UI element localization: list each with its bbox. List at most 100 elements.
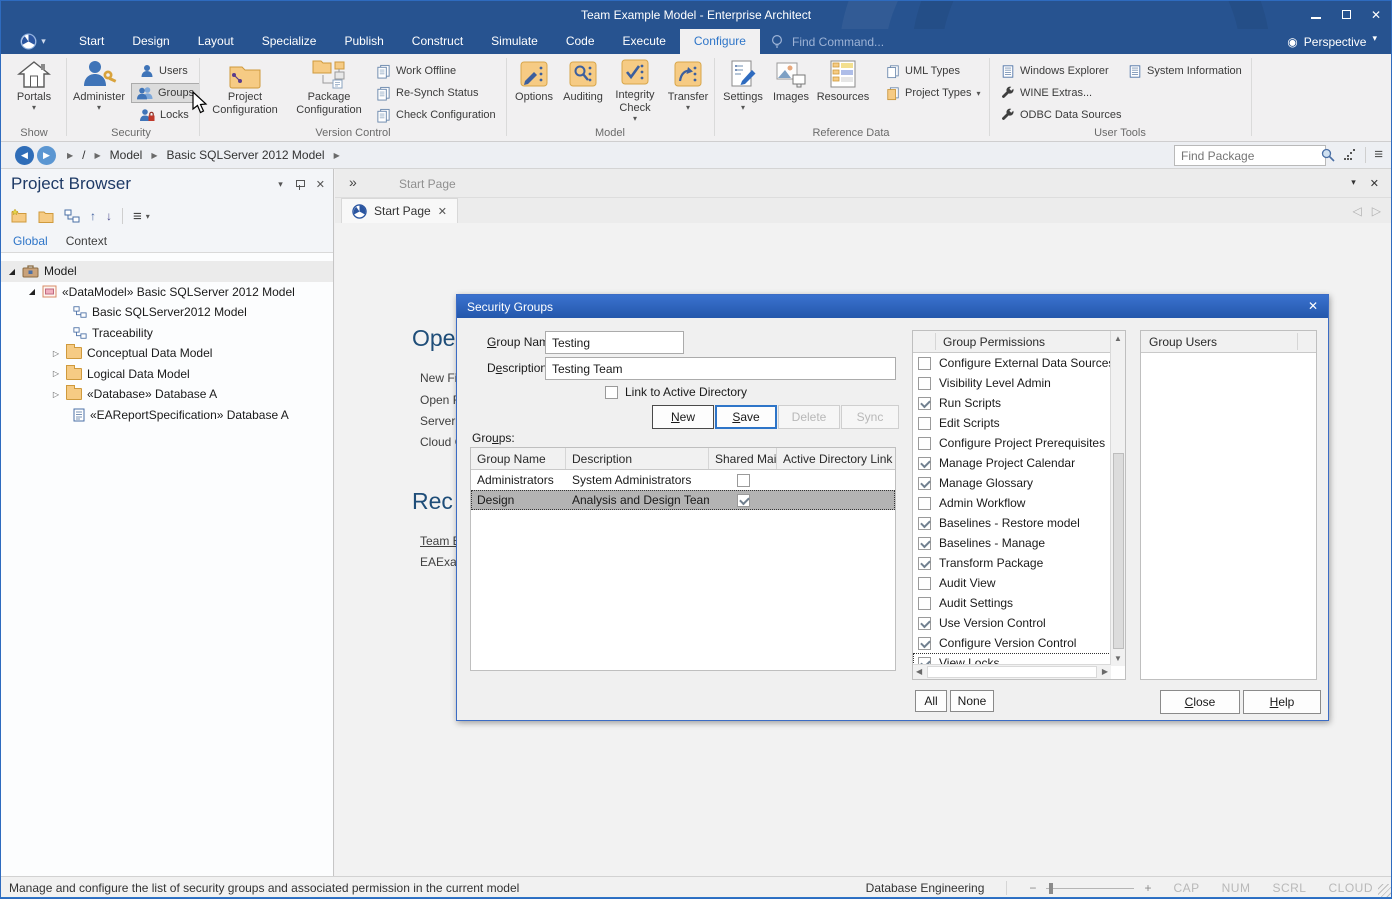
- group-name-input[interactable]: [545, 331, 684, 354]
- permission-item[interactable]: Admin Workflow: [913, 493, 1111, 513]
- permission-checkbox[interactable]: [918, 357, 931, 370]
- move-down-icon[interactable]: ↓: [106, 209, 112, 223]
- tab-code[interactable]: Code: [552, 29, 609, 54]
- dialog-close-icon[interactable]: ✕: [1308, 299, 1318, 313]
- permission-checkbox[interactable]: [918, 517, 931, 530]
- expander-open-icon[interactable]: ◢: [27, 287, 37, 296]
- app-menu-button[interactable]: ▾: [1, 29, 65, 54]
- expander-closed-icon[interactable]: ▷: [51, 390, 61, 399]
- all-button[interactable]: All: [915, 690, 947, 712]
- search-icon[interactable]: [1321, 148, 1335, 162]
- tab-scroll-right-icon[interactable]: ▷: [1372, 204, 1381, 218]
- permission-checkbox[interactable]: [918, 457, 931, 470]
- dialog-title-bar[interactable]: Security Groups: [457, 295, 1328, 318]
- recent-link-eaexample[interactable]: EAExam: [420, 555, 456, 569]
- permission-checkbox[interactable]: [918, 577, 931, 590]
- horizontal-scrollbar[interactable]: ◀ ▶: [913, 664, 1111, 679]
- odbc-data-sources-button[interactable]: ODBC Data Sources: [996, 105, 1126, 125]
- recent-link-team-example[interactable]: Team E: [420, 534, 456, 548]
- minimize-button[interactable]: [1309, 8, 1323, 22]
- scroll-left-icon[interactable]: ◀: [916, 667, 922, 676]
- col-shared-mail[interactable]: Shared Mail: [709, 448, 777, 469]
- breadcrumb-model[interactable]: Model: [110, 148, 143, 162]
- tree-item-logical[interactable]: ▷ Logical Data Model: [1, 364, 333, 385]
- scroll-up-icon[interactable]: ▲: [1111, 334, 1125, 343]
- find-package-input[interactable]: [1174, 145, 1326, 166]
- col-group-name[interactable]: Group Name: [471, 448, 566, 469]
- active-technology[interactable]: Database Engineering: [866, 881, 985, 895]
- permission-checkbox[interactable]: [918, 397, 931, 410]
- group-users-header[interactable]: Group Users: [1141, 331, 1316, 353]
- permission-item[interactable]: Baselines - Restore model: [913, 513, 1111, 533]
- double-chevron-icon[interactable]: »: [349, 174, 357, 190]
- expander-closed-icon[interactable]: ▷: [51, 369, 61, 378]
- tree-item-diagram-traceability[interactable]: Traceability: [1, 323, 333, 344]
- tab-global[interactable]: Global: [13, 234, 48, 248]
- permission-item[interactable]: Manage Project Calendar: [913, 453, 1111, 473]
- col-ad-link[interactable]: Active Directory Link: [777, 448, 895, 469]
- panel-close-icon[interactable]: ✕: [316, 178, 325, 191]
- description-input[interactable]: [545, 357, 896, 380]
- table-row-administrators[interactable]: Administrators System Administrators: [471, 470, 895, 490]
- tab-start[interactable]: Start: [65, 29, 118, 54]
- images-button[interactable]: Images: [769, 57, 813, 123]
- permission-checkbox[interactable]: [918, 437, 931, 450]
- resize-grip[interactable]: [1378, 884, 1391, 897]
- panel-menu-icon[interactable]: ▾: [278, 179, 283, 190]
- shared-mail-checkbox[interactable]: [737, 474, 750, 487]
- vertical-scrollbar[interactable]: ▲ ▼: [1110, 331, 1125, 666]
- permission-checkbox[interactable]: [918, 557, 931, 570]
- pin-icon[interactable]: [295, 180, 304, 190]
- uml-types-button[interactable]: UML Types: [881, 61, 965, 81]
- table-row-design-selected[interactable]: Design Analysis and Design Team: [471, 490, 895, 510]
- sync-button[interactable]: Sync: [841, 405, 899, 429]
- tab-specialize[interactable]: Specialize: [248, 29, 331, 54]
- expander-open-icon[interactable]: ◢: [7, 267, 17, 276]
- none-button[interactable]: None: [950, 690, 994, 712]
- help-button[interactable]: Help: [1243, 690, 1321, 714]
- expander-closed-icon[interactable]: ▷: [51, 349, 61, 358]
- permission-item[interactable]: Transform Package: [913, 553, 1111, 573]
- permission-item[interactable]: Edit Scripts: [913, 413, 1111, 433]
- tab-design[interactable]: Design: [118, 29, 183, 54]
- breadcrumb-package[interactable]: Basic SQLServer 2012 Model: [167, 148, 325, 162]
- back-button[interactable]: ◀: [15, 146, 34, 165]
- forward-button[interactable]: ▶: [37, 146, 56, 165]
- integrity-check-button[interactable]: Integrity Check ▾: [608, 57, 662, 123]
- permission-item[interactable]: Configure Project Prerequisites: [913, 433, 1111, 453]
- resynch-status-button[interactable]: Re-Synch Status: [371, 83, 484, 103]
- link-active-directory-checkbox[interactable]: [605, 386, 618, 399]
- package-configuration-button[interactable]: Package Configuration: [289, 57, 369, 123]
- group-permissions-header-label[interactable]: Group Permissions: [913, 335, 1045, 349]
- link-open-file[interactable]: Open F: [420, 393, 456, 407]
- hamburger-menu-icon[interactable]: ≡: [1374, 146, 1383, 163]
- col-description[interactable]: Description: [566, 448, 709, 469]
- options-button[interactable]: Options: [510, 57, 558, 123]
- breadcrumb-root[interactable]: /: [82, 148, 85, 162]
- hamburger-menu-icon[interactable]: ≡: [133, 208, 142, 225]
- tab-configure[interactable]: Configure: [680, 29, 760, 54]
- groups-button[interactable]: Groups: [131, 83, 200, 103]
- locks-button[interactable]: Locks: [135, 105, 194, 125]
- link-server[interactable]: Server: [420, 414, 455, 428]
- slider-thumb[interactable]: [1049, 883, 1053, 894]
- tab-scroll-left-icon[interactable]: ◁: [1353, 204, 1362, 218]
- link-cloud[interactable]: Cloud C: [420, 435, 456, 449]
- auditing-button[interactable]: Auditing: [559, 57, 607, 123]
- wine-extras-button[interactable]: WINE Extras...: [996, 83, 1097, 103]
- portals-button[interactable]: Portals ▾: [5, 57, 63, 123]
- tree-item-diagram-sqlserver[interactable]: Basic SQLServer2012 Model: [1, 302, 333, 323]
- check-configuration-button[interactable]: Check Configuration: [371, 105, 501, 125]
- maximize-button[interactable]: [1339, 8, 1353, 22]
- permission-item[interactable]: Configure Version Control: [913, 633, 1111, 653]
- tab-context[interactable]: Context: [66, 234, 107, 248]
- permission-checkbox[interactable]: [918, 417, 931, 430]
- permission-item[interactable]: Audit Settings: [913, 593, 1111, 613]
- project-configuration-button[interactable]: Project Configuration: [203, 57, 287, 123]
- chevron-down-icon[interactable]: ▾: [1351, 177, 1356, 190]
- work-offline-button[interactable]: Work Offline: [371, 61, 461, 81]
- tab-layout[interactable]: Layout: [184, 29, 248, 54]
- zoom-slider[interactable]: [1046, 883, 1134, 893]
- permission-checkbox[interactable]: [918, 617, 931, 630]
- close-dialog-button[interactable]: Close: [1160, 690, 1240, 714]
